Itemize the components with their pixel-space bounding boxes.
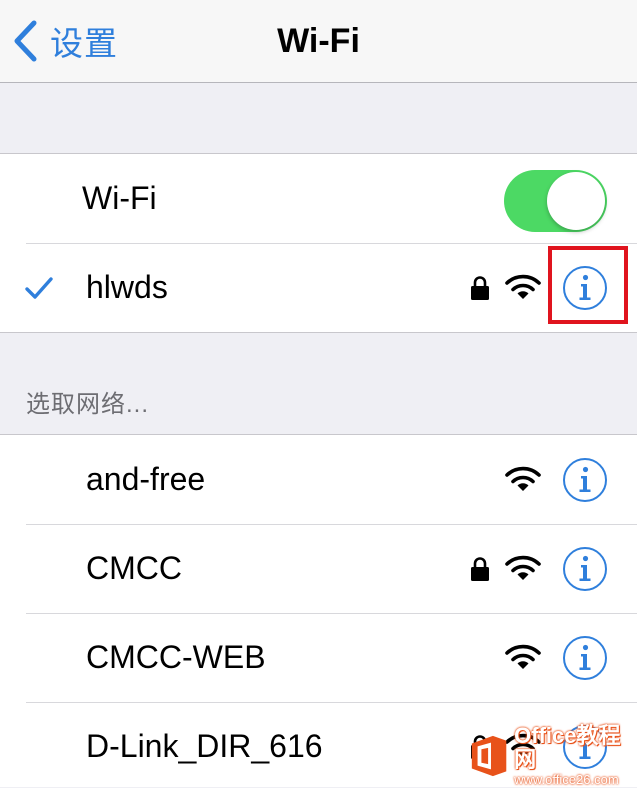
info-icon[interactable] [562,546,608,592]
network-row-and-free[interactable]: and-free [0,435,637,524]
wifi-settings-group: Wi-Fi hlwds [0,153,637,333]
toggle-knob [547,172,605,230]
watermark: Office教程网 www.office26.com [468,724,637,787]
watermark-text: Office教程网 www.office26.com [514,724,637,788]
navigation-bar: 设置 Wi-Fi [0,0,637,83]
lock-icon [470,556,490,582]
checkmark-icon [25,277,53,299]
wifi-signal-icon [505,643,541,671]
network-name: CMCC-WEB [86,639,266,675]
wifi-signal-icon [505,554,541,582]
wifi-toggle-switch[interactable] [504,170,607,232]
info-icon[interactable] [562,457,608,503]
wifi-toggle-row: Wi-Fi [0,154,637,243]
connected-network-name: hlwds [86,269,168,305]
network-name: D-Link_DIR_616 [86,728,323,764]
page-title: Wi-Fi [277,22,360,60]
network-row-cmcc-web[interactable]: CMCC-WEB [0,613,637,702]
wifi-signal-icon [505,465,541,493]
network-name: CMCC [86,550,182,586]
lock-icon [470,275,490,301]
info-icon[interactable] [562,635,608,681]
wifi-toggle-label: Wi-Fi [82,180,157,216]
highlight-box [548,246,628,324]
choose-network-header: 选取网络... [26,391,150,418]
office-logo-icon [471,735,507,777]
wifi-signal-icon [505,273,541,301]
connected-network-row[interactable]: hlwds [0,243,637,332]
network-row-cmcc[interactable]: CMCC [0,524,637,613]
watermark-name: Office教程网 [514,723,621,772]
network-name: and-free [86,461,206,497]
